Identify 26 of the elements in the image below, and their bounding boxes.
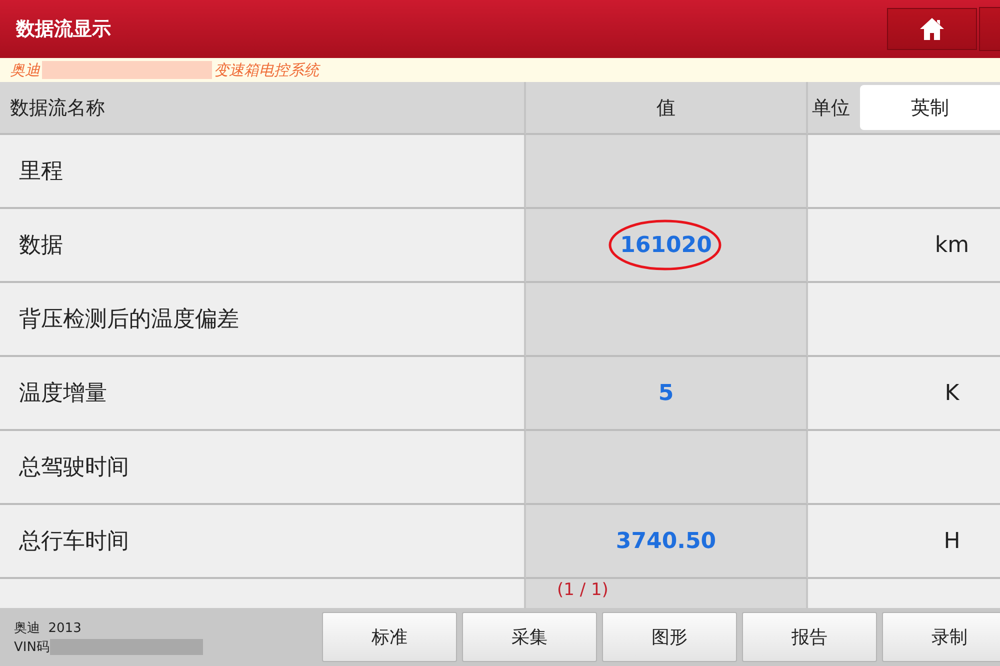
table-cell: 总驾驶时间 <box>0 431 526 505</box>
table-cell: 数据 <box>0 209 526 283</box>
column-header: 值 <box>526 82 808 135</box>
screen-title: 数据流显示 <box>14 17 112 42</box>
column-header: 单位 <box>812 96 850 120</box>
toolbar-button[interactable]: 录制 <box>882 612 1000 662</box>
table-cell: 5 <box>526 357 808 431</box>
table-cell: 总行车时间 <box>0 505 526 579</box>
home-button[interactable] <box>887 8 977 50</box>
toolbar-button[interactable]: 图形 <box>602 612 737 662</box>
page-indicator: (1 / 1) <box>557 580 608 600</box>
table-cell: 背压检测后的温度偏差 <box>0 283 526 357</box>
table-cell: 3740.50 <box>526 505 808 579</box>
table-cell: 温度增量 <box>0 357 526 431</box>
column-header: 数据流名称 <box>0 82 526 135</box>
toolbar-button[interactable]: 采集 <box>462 612 597 662</box>
toolbar-button[interactable]: 报告 <box>742 612 877 662</box>
table-cell: 161020 <box>526 209 808 283</box>
unit-toggle-button[interactable]: 英制 <box>860 85 1000 130</box>
table-cell: 里程 <box>0 135 526 209</box>
vehicle-info: 奥迪 2013 <box>14 620 82 636</box>
vin-label: VIN码 <box>14 638 50 656</box>
toolbar-button[interactable]: 标准 <box>322 612 457 662</box>
vehicle-make: 奥迪 <box>10 60 40 80</box>
home-icon <box>919 17 945 41</box>
system-name: 变速箱电控系统 <box>214 60 319 80</box>
